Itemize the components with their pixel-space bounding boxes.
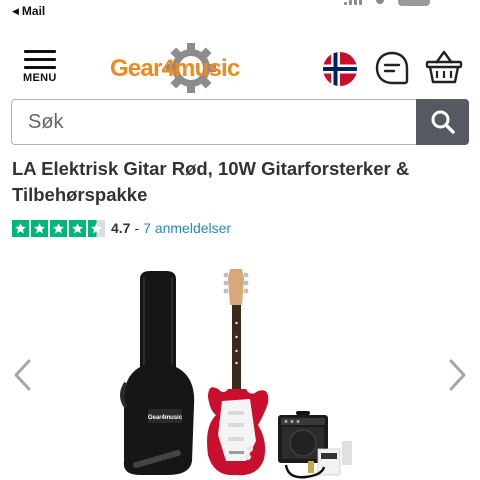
status-indicators bbox=[344, 0, 430, 6]
chevron-right-icon bbox=[449, 359, 466, 391]
bag-logo-text: Gear4music bbox=[148, 415, 183, 421]
norway-flag-graphic bbox=[323, 52, 357, 86]
product-title: LA Elektrisk Gitar Rød, 10W Gitarforster… bbox=[12, 158, 410, 205]
star-icon bbox=[12, 219, 29, 237]
wifi-icon bbox=[376, 0, 384, 4]
red-guitar-image bbox=[207, 269, 269, 476]
reviews-link[interactable]: 7 anmeldelser bbox=[143, 220, 231, 236]
back-label: Mail bbox=[21, 4, 46, 18]
product-gallery: Gear4music bbox=[0, 255, 480, 480]
back-to-mail-link[interactable]: ◀ Mail bbox=[12, 4, 45, 18]
site-logo[interactable]: Gear4music bbox=[110, 42, 270, 94]
menu-button[interactable]: MENU bbox=[22, 48, 60, 84]
search-input[interactable] bbox=[11, 99, 416, 145]
basket-button[interactable] bbox=[425, 48, 463, 86]
star-icon bbox=[31, 219, 48, 237]
search-icon bbox=[431, 110, 455, 134]
gallery-next-button[interactable] bbox=[442, 355, 472, 395]
battery-icon bbox=[398, 0, 430, 6]
menu-icon-bar bbox=[24, 58, 56, 61]
signal-icon bbox=[344, 0, 362, 5]
basket-icon bbox=[425, 50, 463, 84]
gallery-prev-button[interactable] bbox=[8, 355, 38, 395]
back-triangle-icon: ◀ bbox=[12, 5, 19, 16]
menu-icon-bar bbox=[24, 66, 56, 69]
status-bar: ◀ Mail bbox=[0, 0, 480, 22]
rating-stars bbox=[12, 219, 105, 237]
half-star-icon bbox=[88, 219, 105, 237]
rating-separator: - bbox=[134, 220, 140, 236]
gig-bag-image: Gear4music bbox=[120, 271, 195, 475]
search-bar bbox=[11, 99, 469, 145]
menu-icon bbox=[24, 50, 56, 53]
chat-button[interactable] bbox=[374, 50, 410, 86]
menu-label: MENU bbox=[23, 72, 57, 84]
norway-flag-icon[interactable] bbox=[323, 52, 357, 86]
site-header: MENU Gear4music bbox=[0, 36, 480, 98]
product-image[interactable]: Gear4music bbox=[118, 265, 368, 480]
product-rating: 4.7 - 7 anmeldelser bbox=[12, 218, 231, 238]
logo-text: Gear4music bbox=[110, 55, 240, 82]
search-button[interactable] bbox=[416, 99, 469, 145]
chat-icon bbox=[375, 51, 409, 85]
rating-score: 4.7 bbox=[111, 220, 131, 236]
chevron-left-icon bbox=[14, 359, 31, 391]
star-icon bbox=[50, 219, 67, 237]
star-icon bbox=[69, 219, 86, 237]
